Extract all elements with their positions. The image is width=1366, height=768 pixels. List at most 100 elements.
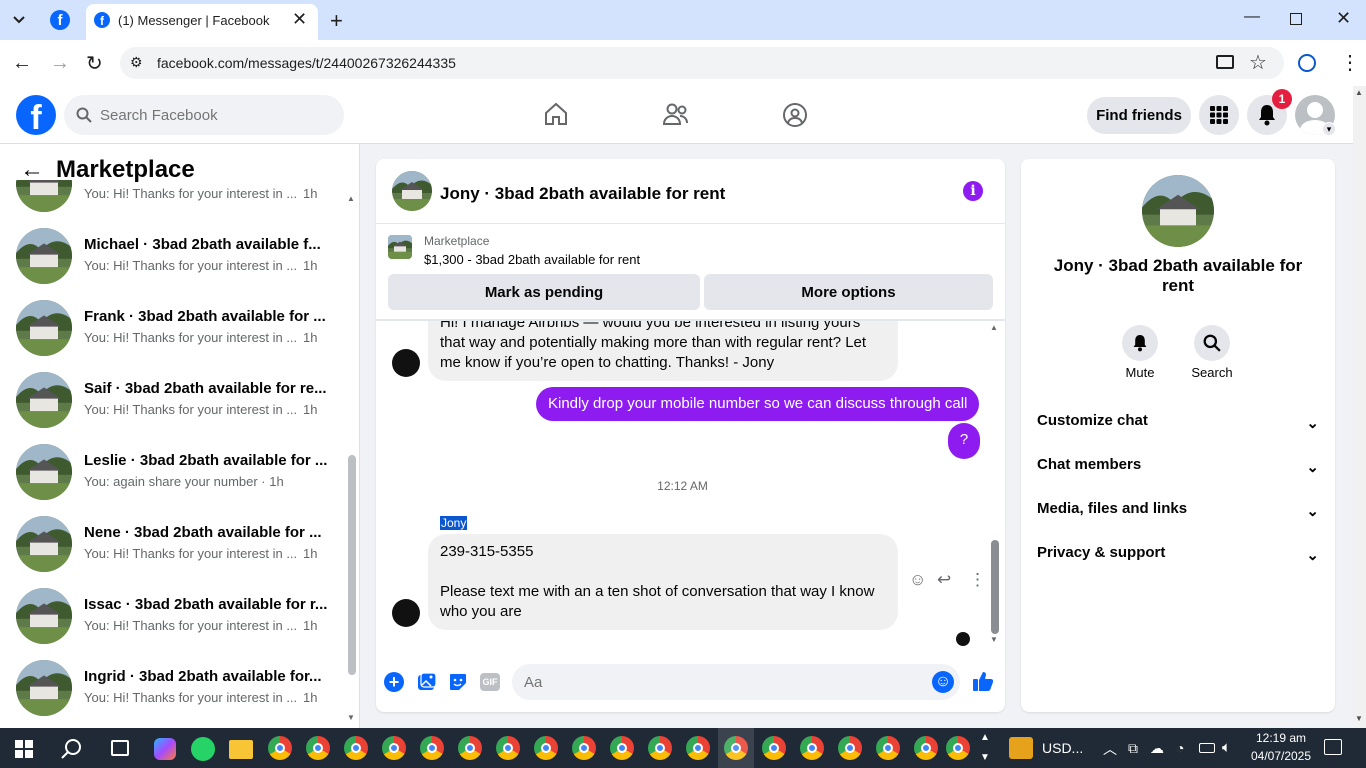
emoji-icon[interactable]: ☺	[932, 671, 954, 693]
show-hidden-icons[interactable]: ︿	[1103, 739, 1117, 759]
chrome-window-icon[interactable]	[946, 736, 970, 760]
forward-icon[interactable]: →	[50, 52, 70, 75]
message-bubble-incoming[interactable]: 239-315-5355 Please text me with an a te…	[428, 534, 898, 630]
url-text[interactable]: facebook.com/messages/t/2440026732624433…	[157, 55, 456, 71]
restore-button[interactable]	[1290, 13, 1302, 25]
message-bubble-incoming[interactable]: Hi! I manage Airbnbs — would you be inte…	[428, 321, 898, 381]
privacy-support-section[interactable]: Privacy & support ⌄	[1037, 544, 1319, 568]
chat-members-section[interactable]: Chat members ⌄	[1037, 456, 1319, 480]
page-scroll-down-icon[interactable]: ▼	[1355, 714, 1363, 723]
conversation-item[interactable]: Frank · 3bad 2bath available for ... You:…	[0, 300, 340, 372]
chrome-window-icon[interactable]	[268, 736, 292, 760]
chrome-window-icon[interactable]	[496, 736, 520, 760]
taskbar-overflow-icon[interactable]: ▲ ▼	[980, 728, 990, 768]
list-scroll-up-icon[interactable]: ▲	[347, 194, 355, 203]
whatsapp-icon[interactable]	[191, 737, 215, 761]
profile-avatar-large[interactable]	[1142, 175, 1214, 247]
page-scrollbar[interactable]	[1353, 86, 1366, 728]
groups-icon[interactable]	[782, 102, 808, 128]
react-icon[interactable]: ☺	[909, 570, 926, 590]
search-chat-button[interactable]	[1194, 325, 1230, 361]
chrome-window-icon[interactable]	[458, 736, 482, 760]
conversation-item[interactable]: Issac · 3bad 2bath available for r... You…	[0, 588, 340, 660]
back-icon[interactable]: ←	[12, 52, 32, 75]
minimize-button[interactable]: —	[1244, 8, 1260, 26]
meet-now-icon[interactable]: ⧉	[1128, 740, 1138, 757]
windows-start-icon[interactable]	[15, 740, 33, 758]
chrome-window-icon[interactable]	[914, 736, 938, 760]
currency-widget-icon[interactable]	[1009, 737, 1033, 759]
more-options-button[interactable]: More options	[704, 274, 993, 310]
profile-icon[interactable]	[1298, 54, 1316, 72]
chrome-window-icon[interactable]	[648, 736, 672, 760]
volume-icon[interactable]: 🔈︎	[1222, 739, 1231, 756]
notification-center-icon[interactable]	[1324, 739, 1342, 755]
chrome-window-icon[interactable]	[420, 736, 444, 760]
thread-scrollbar-thumb[interactable]	[991, 540, 999, 634]
chrome-window-icon[interactable]	[610, 736, 634, 760]
reload-icon[interactable]: ↻	[86, 51, 103, 76]
chrome-window-icon[interactable]	[762, 736, 786, 760]
friends-icon[interactable]	[663, 102, 689, 126]
url-box[interactable]: ⚙ facebook.com/messages/t/24400267326244…	[120, 47, 1284, 79]
conversation-item[interactable]: Ingrid · 3bad 2bath available for... You:…	[0, 660, 340, 728]
photo-icon[interactable]	[417, 672, 437, 692]
chrome-window-icon[interactable]	[876, 736, 900, 760]
listing-detail[interactable]: $1,300 - 3bad 2bath available for rent	[424, 252, 640, 267]
chrome-window-icon[interactable]	[344, 736, 368, 760]
chat-avatar[interactable]	[392, 171, 432, 211]
browser-menu-icon[interactable]: ⋮	[1340, 50, 1360, 75]
info-icon[interactable]: i	[963, 181, 983, 201]
taskbar-search-icon[interactable]	[61, 738, 83, 760]
chrome-window-icon[interactable]	[382, 736, 406, 760]
media-files-links-section[interactable]: Media, files and links ⌄	[1037, 500, 1319, 524]
listing-thumbnail[interactable]	[388, 235, 412, 259]
close-window-button[interactable]: ✕	[1336, 8, 1351, 29]
pinned-tab-facebook[interactable]: f	[50, 10, 70, 30]
message-input[interactable]	[524, 672, 904, 692]
message-input-box[interactable]: ☺	[512, 664, 960, 700]
message-bubble-outgoing[interactable]: ?	[948, 423, 980, 459]
list-scrollbar-thumb[interactable]	[348, 455, 356, 675]
battery-icon[interactable]	[1199, 743, 1215, 753]
facebook-logo-icon[interactable]: f	[16, 95, 56, 137]
chrome-window-icon[interactable]	[838, 736, 862, 760]
active-tab[interactable]: f (1) Messenger | Facebook ✕	[86, 4, 318, 40]
reply-icon[interactable]: ↩	[937, 570, 951, 590]
home-icon[interactable]	[543, 101, 569, 127]
thread-scroll-down-icon[interactable]: ▼	[990, 635, 998, 644]
install-app-icon[interactable]	[1216, 55, 1234, 69]
thumbs-up-icon[interactable]	[972, 670, 994, 692]
conversation-item[interactable]: Nene · 3bad 2bath available for ... You: …	[0, 516, 340, 588]
page-scroll-up-icon[interactable]: ▲	[1355, 88, 1363, 97]
site-settings-icon[interactable]: ⚙	[130, 54, 143, 71]
chrome-window-icon[interactable]	[306, 736, 330, 760]
clock-date[interactable]: 04/07/2025	[1248, 749, 1314, 763]
copilot-icon[interactable]	[154, 738, 176, 760]
search-box[interactable]	[64, 95, 344, 135]
chrome-window-icon[interactable]	[534, 736, 558, 760]
chrome-window-icon[interactable]	[572, 736, 596, 760]
bookmark-star-icon[interactable]: ☆	[1249, 50, 1267, 75]
wifi-icon[interactable]: ◔	[1176, 740, 1184, 756]
list-scroll-down-icon[interactable]: ▼	[347, 713, 355, 722]
chat-title[interactable]: Jony · 3bad 2bath available for rent	[440, 184, 725, 204]
more-actions-icon[interactable]: ⋮	[969, 570, 986, 590]
task-view-icon[interactable]	[111, 740, 129, 756]
search-input[interactable]	[100, 105, 320, 125]
onedrive-icon[interactable]: ☁	[1150, 740, 1164, 757]
conversation-item[interactable]: Saif · 3bad 2bath available for re... You…	[0, 372, 340, 444]
message-bubble-outgoing[interactable]: Kindly drop your mobile number so we can…	[536, 387, 980, 421]
conversation-item[interactable]: Leslie · 3bad 2bath available for ... You…	[0, 444, 340, 516]
sticker-icon[interactable]	[448, 672, 468, 692]
menu-button[interactable]	[1199, 95, 1239, 135]
conversation-item[interactable]: Deja · 3bad 2bath available for r... You:…	[0, 180, 340, 228]
new-tab-button[interactable]: +	[330, 8, 343, 34]
find-friends-button[interactable]: Find friends	[1087, 97, 1191, 134]
customize-chat-section[interactable]: Customize chat ⌄	[1037, 412, 1319, 436]
clock-time[interactable]: 12:19 am	[1250, 731, 1312, 745]
file-explorer-icon[interactable]	[229, 740, 253, 759]
mark-pending-button[interactable]: Mark as pending	[388, 274, 700, 310]
thread-scroll-up-icon[interactable]: ▲	[990, 323, 998, 332]
plus-icon[interactable]: +	[384, 672, 404, 692]
